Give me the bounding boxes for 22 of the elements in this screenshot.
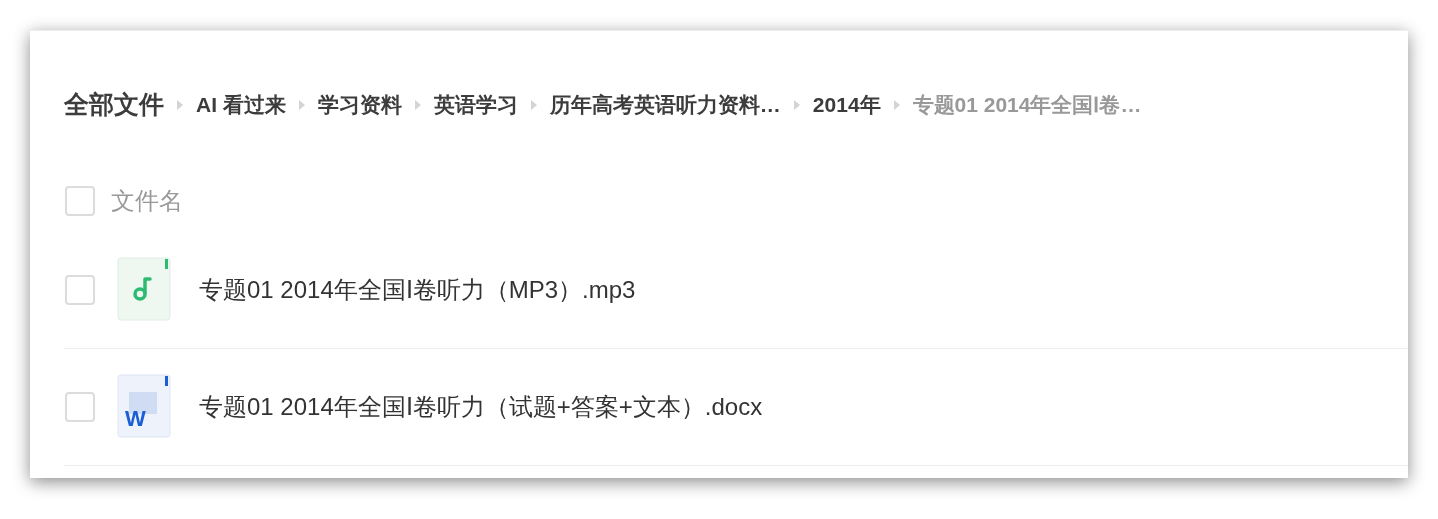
- breadcrumb-item[interactable]: 英语学习: [433, 89, 518, 121]
- breadcrumb-item[interactable]: 学习资料: [317, 89, 402, 121]
- chevron-icon: [413, 99, 422, 111]
- chevron-icon: [892, 99, 901, 111]
- file-row[interactable]: W 专题01 2014年全国Ⅰ卷听力（试题+答案+文本）.docx: [64, 349, 1408, 466]
- breadcrumb-item[interactable]: 2014年: [812, 89, 881, 121]
- checkbox[interactable]: [65, 185, 95, 216]
- chevron-icon: [176, 99, 184, 111]
- music-file-icon: [117, 257, 173, 323]
- file-name: 专题01 2014年全国Ⅰ卷听力（试题+答案+文本）.docx: [199, 392, 763, 422]
- chevron-icon: [529, 99, 538, 111]
- file-row[interactable]: 专题01 2014年全国Ⅰ卷听力（MP3）.mp3: [64, 232, 1408, 349]
- breadcrumb-item[interactable]: AI 看过来: [196, 89, 286, 121]
- breadcrumb-item[interactable]: 历年高考英语听力资料…: [549, 89, 781, 121]
- file-name: 专题01 2014年全国Ⅰ卷听力（MP3）.mp3: [199, 275, 636, 305]
- checkbox[interactable]: [65, 275, 95, 305]
- chevron-icon: [792, 99, 801, 111]
- column-header: 文件名: [111, 185, 183, 216]
- checkbox[interactable]: [65, 392, 95, 422]
- chevron-icon: [297, 99, 306, 111]
- breadcrumb-root[interactable]: 全部文件: [64, 86, 164, 124]
- word-document-icon: W: [117, 374, 173, 440]
